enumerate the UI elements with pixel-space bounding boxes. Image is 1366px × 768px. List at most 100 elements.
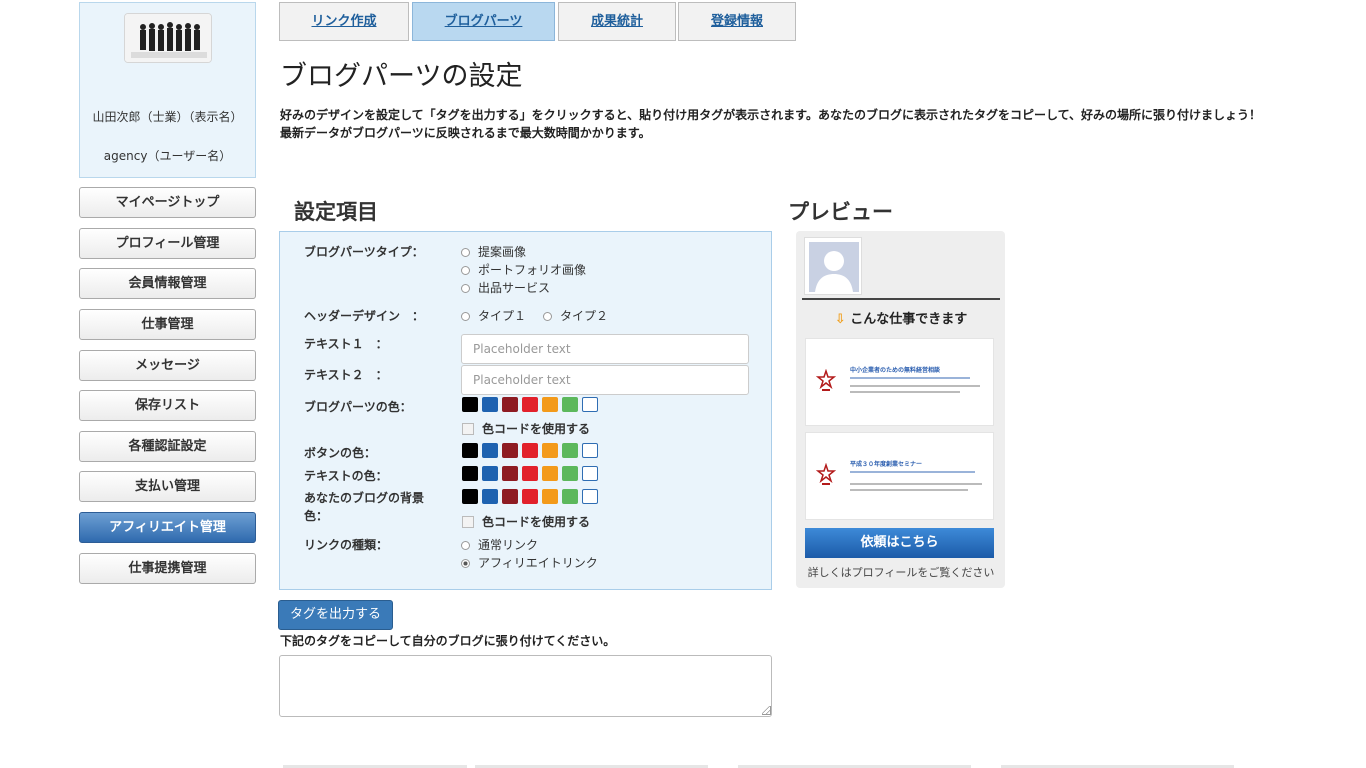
text-color-swatch[interactable]	[502, 466, 518, 481]
button-color-swatch[interactable]	[502, 443, 518, 458]
parts-color-swatches	[462, 397, 602, 413]
header-design-option-type1[interactable]: タイプ１	[461, 307, 526, 324]
text-color-swatch[interactable]	[542, 466, 558, 481]
sidebar-item-jobs[interactable]: 仕事管理	[79, 309, 256, 340]
arrow-down-icon: ⇩	[834, 312, 846, 327]
copy-instructions: 下記のタグをコピーして自分のブログに張り付けてください。	[280, 634, 616, 648]
preview-card-text	[850, 489, 968, 491]
link-type-option-affiliate[interactable]: アフィリエイトリンク	[461, 554, 598, 571]
profile-card: 山田次郎（士業）（表示名） agency（ユーザー名）	[79, 2, 256, 178]
blogparts-type-label: ブログパーツタイプ：	[304, 245, 424, 259]
radio-icon[interactable]	[461, 266, 470, 275]
checkbox-icon[interactable]	[462, 423, 474, 435]
bg-color-swatch[interactable]	[562, 489, 578, 504]
button-color-swatch[interactable]	[582, 443, 598, 458]
bg-color-swatch[interactable]	[522, 489, 538, 504]
text-color-swatch[interactable]	[462, 466, 478, 481]
preview-request-button[interactable]: 依頼はこちら	[805, 528, 994, 558]
bg-color-swatch[interactable]	[462, 489, 478, 504]
parts-color-swatch[interactable]	[482, 397, 498, 412]
blogparts-type-option-proposal[interactable]: 提案画像	[461, 243, 526, 260]
bg-color-swatch[interactable]	[482, 489, 498, 504]
preview-card-meta	[850, 377, 970, 379]
sidebar-item-profile[interactable]: プロフィール管理	[79, 228, 256, 259]
text-color-swatches	[462, 466, 602, 482]
avatar	[804, 237, 862, 295]
sidebar-item-mypage-top[interactable]: マイページトップ	[79, 187, 256, 218]
preview-card: 中小企業者のための無料経営相談	[805, 338, 994, 426]
preview-panel: ⇩ こんな仕事できます 中小企業者のための無料経営相談 平成３０年度創業セミナー…	[796, 231, 1005, 588]
preview-divider	[802, 298, 1000, 300]
text-color-label: テキストの色：	[304, 469, 388, 483]
page-title: ブログパーツの設定	[280, 61, 523, 92]
radio-icon[interactable]	[461, 284, 470, 293]
output-tag-button[interactable]: タグを出力する	[278, 600, 393, 630]
tab-link-create[interactable]: リンク作成	[279, 2, 409, 41]
text1-input[interactable]	[461, 334, 749, 364]
parts-color-swatch[interactable]	[562, 397, 578, 412]
bg-color-code-checkbox[interactable]: 色コードを使用する	[462, 513, 590, 530]
parts-color-swatch[interactable]	[582, 397, 598, 412]
blogparts-type-option-service[interactable]: 出品サービス	[461, 279, 550, 296]
parts-color-code-checkbox[interactable]: 色コードを使用する	[462, 420, 590, 437]
preview-heading: プレビュー	[788, 200, 893, 224]
link-type-option-normal[interactable]: 通常リンク	[461, 536, 538, 553]
sidebar-item-saved-list[interactable]: 保存リスト	[79, 390, 256, 421]
sidebar-item-verification[interactable]: 各種認証設定	[79, 431, 256, 462]
preview-card-title: 中小企業者のための無料経営相談	[850, 367, 941, 374]
radio-icon[interactable]	[461, 248, 470, 257]
radio-checked-icon[interactable]	[461, 559, 470, 568]
sidebar-item-affiliate[interactable]: アフィリエイト管理	[79, 512, 256, 543]
button-color-swatch[interactable]	[482, 443, 498, 458]
tab-registration[interactable]: 登録情報	[678, 2, 796, 41]
settings-heading: 設定項目	[294, 200, 378, 224]
header-design-label: ヘッダーデザイン ：	[304, 309, 425, 323]
checkbox-icon[interactable]	[462, 516, 474, 528]
text-color-swatch[interactable]	[482, 466, 498, 481]
sidebar-item-member-info[interactable]: 会員情報管理	[79, 268, 256, 299]
preview-header-text: こんな仕事できます	[850, 312, 968, 327]
button-color-label: ボタンの色：	[304, 446, 377, 460]
page-intro: 好みのデザインを設定して「タグを出力する」をクリックすると、貼り付け用タグが表示…	[280, 108, 1262, 140]
bg-color-swatch[interactable]	[582, 489, 598, 504]
button-color-swatch[interactable]	[542, 443, 558, 458]
resize-grip-icon[interactable]	[762, 706, 771, 715]
bg-color-swatch[interactable]	[502, 489, 518, 504]
tab-stats[interactable]: 成果統計	[558, 2, 676, 41]
group-photo-icon	[125, 14, 211, 62]
button-color-swatch[interactable]	[462, 443, 478, 458]
emblem-icon	[816, 369, 836, 391]
bg-color-swatches	[462, 489, 602, 505]
button-color-swatch[interactable]	[562, 443, 578, 458]
sidebar-item-payments[interactable]: 支払い管理	[79, 471, 256, 502]
text-color-swatch[interactable]	[522, 466, 538, 481]
parts-color-swatch[interactable]	[522, 397, 538, 412]
parts-color-swatch[interactable]	[502, 397, 518, 412]
tag-output-textarea[interactable]	[279, 655, 772, 717]
profile-display-name: 山田次郎（士業）（表示名）	[92, 110, 243, 124]
preview-card-text	[850, 483, 982, 485]
text-color-swatch[interactable]	[562, 466, 578, 481]
blogparts-type-option-portfolio[interactable]: ポートフォリオ画像	[461, 261, 586, 278]
preview-header: ⇩ こんな仕事できます	[802, 308, 1000, 327]
text2-input[interactable]	[461, 365, 749, 395]
sidebar-item-job-partnership[interactable]: 仕事提携管理	[79, 553, 256, 584]
link-type-label: リンクの種類：	[304, 538, 389, 552]
text2-label: テキスト２ ：	[304, 368, 388, 382]
preview-card-text	[850, 385, 980, 387]
preview-footer: 詳しくはプロフィールをご覧ください	[807, 566, 995, 579]
tab-blogparts[interactable]: ブログパーツ	[412, 2, 555, 41]
parts-color-swatch[interactable]	[462, 397, 478, 412]
header-design-option-type2[interactable]: タイプ２	[543, 307, 608, 324]
radio-icon[interactable]	[543, 312, 552, 321]
emblem-icon	[816, 463, 836, 485]
bg-color-swatch[interactable]	[542, 489, 558, 504]
radio-icon[interactable]	[461, 541, 470, 550]
profile-user-id: agency（ユーザー名）	[103, 149, 232, 163]
parts-color-swatch[interactable]	[542, 397, 558, 412]
button-color-swatch[interactable]	[522, 443, 538, 458]
bg-color-label: あなたのブログの背景色：	[304, 491, 425, 523]
radio-icon[interactable]	[461, 312, 470, 321]
sidebar-item-messages[interactable]: メッセージ	[79, 350, 256, 381]
text-color-swatch[interactable]	[582, 466, 598, 481]
